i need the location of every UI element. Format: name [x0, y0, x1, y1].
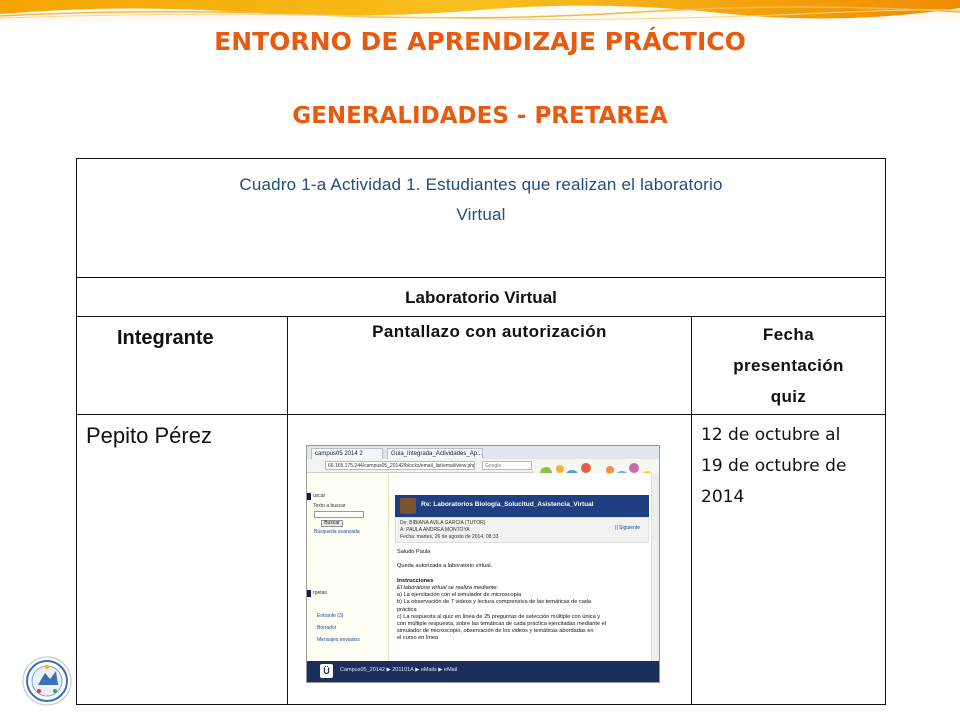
- table-caption: Cuadro 1-a Actividad 1. Estudiantes que …: [76, 158, 886, 278]
- moodle-sidebar: uscar Texto a buscar Buscar Búsqueda ava…: [307, 473, 389, 663]
- message-to: A: PAULA ANDREA MONTOYA: [400, 527, 470, 533]
- body-line: simulador de microscopio, observación de…: [397, 628, 594, 635]
- fecha-line-2: presentación: [733, 356, 844, 375]
- body-line: a) La ejercitación con el simulador de m…: [397, 592, 522, 599]
- column-header-fecha: Fecha presentación quiz: [691, 316, 886, 415]
- column-header-label: Fecha presentación quiz: [692, 319, 885, 412]
- browser-tab-strip: campus05 2014 2 Guia_Integrada_Actividad…: [307, 446, 659, 459]
- authorization-screenshot: campus05 2014 2 Guia_Integrada_Actividad…: [306, 445, 660, 683]
- message-body: Saludo Paula Queda autorizada a laborato…: [397, 549, 647, 643]
- page-title: ENTORNO DE APRENDIZAJE PRÁCTICO: [214, 27, 746, 56]
- body-line: c) La respuesta al quiz en línea de 25 p…: [397, 613, 601, 620]
- folder-link-sent[interactable]: Mensajes enviados: [317, 637, 360, 643]
- column-header-label: Integrante: [117, 327, 214, 349]
- body-line: Queda autorizada a laboratorio virtual.: [397, 563, 493, 570]
- sidebar-heading: rpetas: [313, 590, 327, 596]
- body-line: Saludo Paula: [397, 549, 431, 555]
- decorative-top-band: [0, 0, 960, 22]
- sidebar-heading: uscar: [313, 493, 326, 499]
- column-header-pantallazo: Pantallazo con autorización: [287, 316, 692, 415]
- date-line-2: 19 de octubre de: [701, 456, 847, 476]
- next-link[interactable]: || Siguiente: [615, 525, 640, 531]
- message-from: De: BIBIANA AVILA GARCIA (TUTOR): [400, 520, 486, 526]
- message-meta: De: BIBIANA AVILA GARCIA (TUTOR) A: PAUL…: [395, 517, 649, 543]
- search-input[interactable]: [314, 511, 364, 518]
- browser-tab: campus05 2014 2: [311, 448, 383, 459]
- column-header-label: Pantallazo con autorización: [372, 322, 607, 341]
- url-field: 66.165.175.244/campus05_20142/blocks/ema…: [325, 461, 475, 470]
- body-line: práctica: [397, 606, 417, 613]
- message-header-bar: Re: Laboratorios Biología_Solucitud_Asis…: [395, 495, 649, 517]
- message-panel: Re: Laboratorios Biología_Solucitud_Asis…: [391, 473, 653, 663]
- caption-line-2: Virtual: [456, 205, 506, 224]
- moodle-footer-bar: Ü Campus05_20142 ▶ 201101A ▶ eMails ▶ eM…: [307, 661, 659, 682]
- body-line: b) La observación de 7 videos y lectura …: [397, 599, 592, 606]
- search-field: Google: [482, 461, 532, 470]
- date-line-1: 12 de octubre al: [701, 425, 841, 445]
- body-line: con múltiple respuesta, sobre las temáti…: [397, 621, 606, 628]
- section-label: Laboratorio Virtual: [76, 277, 886, 317]
- page-subtitle: GENERALIDADES - PRETAREA: [292, 103, 668, 129]
- block-marker: [307, 590, 311, 597]
- avatar: [400, 498, 416, 514]
- sidebar-label: Texto a buscar: [313, 503, 346, 509]
- scrollbar[interactable]: [651, 473, 659, 663]
- body-line: El laboratorio virtual se realiza median…: [397, 585, 499, 592]
- folder-link-drafts[interactable]: Borrador: [317, 625, 336, 631]
- table-cell-date: 12 de octubre al 19 de octubre de 2014: [691, 414, 886, 705]
- breadcrumb: Campus05_20142 ▶ 201101A ▶ eMails ▶ eMai…: [340, 667, 458, 673]
- advanced-search-link[interactable]: Búsqueda avanzada: [314, 529, 360, 535]
- quiz-date: 12 de octubre al 19 de octubre de 2014: [701, 420, 881, 513]
- body-line: [397, 556, 647, 563]
- date-line-3: 2014: [701, 487, 745, 507]
- fecha-line-1: Fecha: [762, 325, 815, 344]
- message-title: Re: Laboratorios Biología_Solucitud_Asis…: [421, 501, 594, 508]
- student-name: Pepito Pérez: [86, 423, 212, 448]
- body-line: Instrucciones: [397, 577, 434, 584]
- body-line: [397, 571, 647, 578]
- folder-link-inbox[interactable]: Entrante (3): [317, 613, 343, 619]
- browser-tab: Guia_Integrada_Actividades_Ap...: [387, 448, 483, 459]
- fecha-line-3: quiz: [770, 387, 807, 406]
- block-marker: [307, 493, 311, 500]
- message-date: Fecha: martes, 26 de agosto de 2014, 08:…: [400, 534, 499, 540]
- caption-line-1: Cuadro 1-a Actividad 1. Estudiantes que …: [239, 175, 723, 194]
- body-line: el curso en línea: [397, 635, 439, 642]
- institution-emblem-icon: [22, 656, 72, 706]
- moodle-logo-icon: Ü: [320, 664, 333, 678]
- search-button[interactable]: Buscar: [321, 520, 343, 527]
- table-cell-name: Pepito Pérez: [76, 414, 288, 705]
- column-header-integrante: Integrante: [76, 316, 288, 415]
